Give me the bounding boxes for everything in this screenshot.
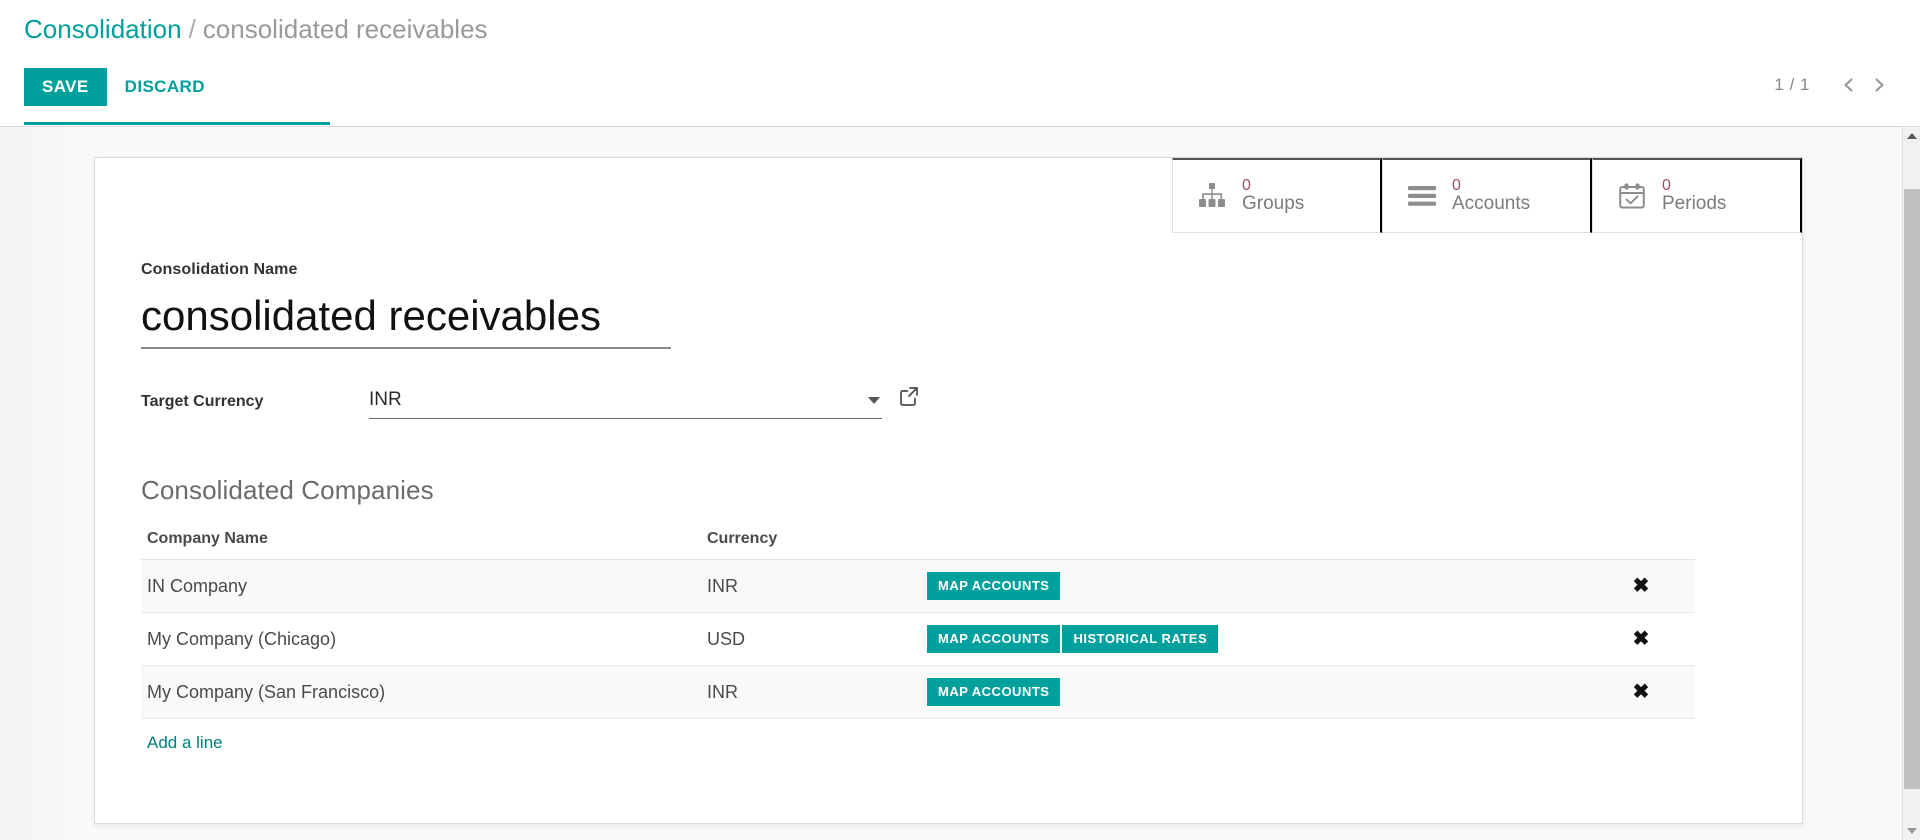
consolidation-name-input[interactable]: [141, 291, 671, 341]
form-view-body: 0 Groups 0 Accounts 0 Periods Consolidat…: [0, 127, 1920, 840]
consolidation-name-label: Consolidation Name: [141, 261, 298, 278]
stat-button-box: 0 Groups 0 Accounts 0 Periods: [1172, 158, 1802, 233]
stat-value-periods: 0: [1662, 177, 1671, 195]
stat-button-periods-text: 0 Periods: [1662, 177, 1726, 215]
add-a-line-link[interactable]: Add a line: [147, 733, 223, 753]
map-accounts-button[interactable]: MAP ACCOUNTS: [927, 572, 1061, 600]
cell-delete: ✖: [1581, 559, 1695, 613]
consolidated-companies-title: Consolidated Companies: [141, 475, 434, 505]
historical-rates-button[interactable]: HISTORICAL RATES: [1062, 625, 1219, 653]
map-accounts-button[interactable]: MAP ACCOUNTS: [927, 678, 1061, 706]
column-header-actions: [921, 530, 1581, 560]
pager-count: 1 / 1: [1774, 75, 1810, 94]
table-header-row: Company Name Currency: [141, 530, 1695, 560]
stat-button-groups-text: 0 Groups: [1242, 177, 1304, 215]
chevron-down-icon[interactable]: [868, 396, 880, 404]
stat-value-accounts: 0: [1452, 177, 1461, 195]
save-button[interactable]: SAVE: [24, 68, 107, 106]
breadcrumb: Consolidation / consolidated receivables: [24, 12, 488, 46]
form-fields: Consolidation Name Target Currency: [95, 233, 1802, 823]
table-row[interactable]: IN Company INR MAP ACCOUNTS ✖: [141, 559, 1695, 613]
vertical-scrollbar[interactable]: [1902, 127, 1920, 840]
control-panel: Consolidation / consolidated receivables S…: [0, 0, 1920, 127]
scrollbar-thumb[interactable]: [1904, 189, 1920, 789]
stat-button-accounts-text: 0 Accounts: [1452, 177, 1530, 215]
external-link-icon[interactable]: [898, 385, 920, 407]
calendar-check-icon: [1615, 182, 1649, 210]
consolidation-name-field[interactable]: [141, 291, 671, 349]
record-pager: 1 / 1: [1774, 70, 1894, 100]
pager-next-button[interactable]: [1864, 70, 1894, 100]
row-action-buttons: MAP ACCOUNTS HISTORICAL RATES: [927, 625, 1581, 653]
cell-company-name[interactable]: IN Company: [141, 559, 701, 613]
scroll-down-arrow-icon[interactable]: [1903, 822, 1920, 840]
cell-actions: MAP ACCOUNTS: [921, 559, 1581, 613]
stat-label-groups: Groups: [1242, 193, 1305, 215]
cell-actions: MAP ACCOUNTS HISTORICAL RATES: [921, 612, 1581, 666]
column-header-delete: [1581, 530, 1695, 560]
close-x-icon[interactable]: ✖: [1633, 576, 1650, 596]
table-row[interactable]: My Company (San Francisco) INR MAP ACCOU…: [141, 665, 1695, 719]
target-currency-row: Target Currency: [141, 387, 1756, 419]
cell-currency[interactable]: INR: [701, 559, 921, 613]
stat-value-groups: 0: [1242, 177, 1251, 195]
target-currency-field[interactable]: [369, 387, 882, 419]
cell-actions: MAP ACCOUNTS: [921, 665, 1581, 719]
close-x-icon[interactable]: ✖: [1633, 629, 1650, 649]
cell-delete: ✖: [1581, 612, 1695, 666]
pager-previous-button[interactable]: [1834, 70, 1864, 100]
map-accounts-button[interactable]: MAP ACCOUNTS: [927, 625, 1061, 653]
form-progress-bar: [24, 122, 330, 125]
breadcrumb-root-link[interactable]: Consolidation: [24, 14, 182, 44]
breadcrumb-separator: /: [188, 14, 196, 44]
control-panel-buttons: SAVE DISCARD: [24, 68, 223, 106]
consolidated-companies-table: Company Name Currency IN Company INR MAP…: [141, 530, 1695, 719]
list-bars-icon: [1405, 185, 1439, 207]
close-x-icon[interactable]: ✖: [1633, 682, 1650, 702]
chevron-right-icon: [1870, 76, 1888, 94]
stat-button-periods[interactable]: 0 Periods: [1592, 158, 1802, 233]
stat-button-groups[interactable]: 0 Groups: [1172, 158, 1382, 233]
cell-delete: ✖: [1581, 665, 1695, 719]
table-row[interactable]: My Company (Chicago) USD MAP ACCOUNTS HI…: [141, 612, 1695, 666]
form-sheet: 0 Groups 0 Accounts 0 Periods Consolidat…: [94, 157, 1803, 824]
target-currency-label: Target Currency: [141, 393, 264, 410]
sitemap-icon: [1195, 183, 1229, 209]
cell-company-name[interactable]: My Company (San Francisco): [141, 665, 701, 719]
column-header-currency[interactable]: Currency: [701, 530, 921, 560]
stat-button-accounts[interactable]: 0 Accounts: [1382, 158, 1592, 233]
breadcrumb-current: consolidated receivables: [202, 14, 488, 44]
stat-label-periods: Periods: [1662, 193, 1727, 215]
cell-currency[interactable]: INR: [701, 665, 921, 719]
target-currency-input[interactable]: [369, 387, 868, 413]
stat-label-accounts: Accounts: [1452, 193, 1531, 215]
row-action-buttons: MAP ACCOUNTS: [927, 678, 1581, 706]
column-header-company-name[interactable]: Company Name: [141, 530, 701, 560]
cell-company-name[interactable]: My Company (Chicago): [141, 612, 701, 666]
row-action-buttons: MAP ACCOUNTS: [927, 572, 1581, 600]
scroll-up-arrow-icon[interactable]: [1903, 127, 1920, 145]
chevron-left-icon: [1840, 76, 1858, 94]
discard-button[interactable]: DISCARD: [107, 68, 223, 106]
consolidated-companies-rows: IN Company INR MAP ACCOUNTS ✖ My Company: [141, 559, 1695, 719]
cell-currency[interactable]: USD: [701, 612, 921, 666]
